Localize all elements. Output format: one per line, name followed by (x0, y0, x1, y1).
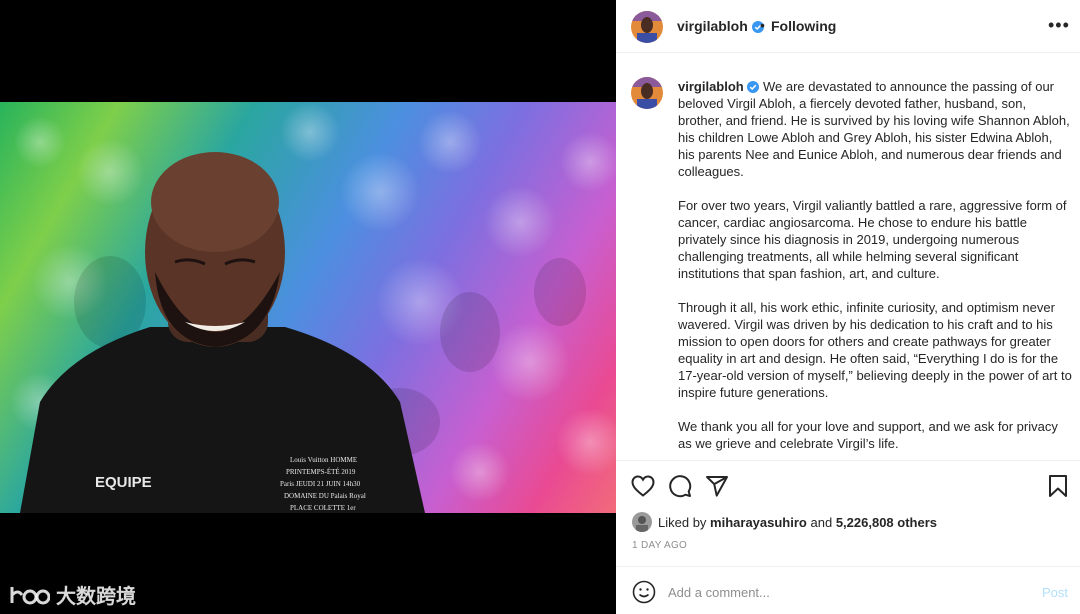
watermark: 大数跨境 (8, 580, 136, 609)
post-details-panel: virgilabloh • Following ••• virgilabloh (616, 0, 1080, 614)
post-comment-button[interactable]: Post (1042, 585, 1068, 600)
shirt-print-line: PLACE COLETTE 1er (290, 504, 356, 512)
post-timestamp[interactable]: 1 DAY AGO (632, 540, 687, 551)
caption-avatar[interactable] (631, 77, 663, 109)
liker-avatar[interactable] (632, 512, 652, 532)
emoji-icon[interactable] (632, 580, 656, 604)
shirt-print-line: DOMAINE DU Palais Royal (284, 492, 366, 500)
post-header: virgilabloh • Following ••• (616, 0, 1080, 53)
share-icon[interactable] (705, 474, 729, 498)
post-photo[interactable]: EQUIPE Louis Vuitton HOMME PRINTEMPS-ÉTÉ… (0, 102, 616, 513)
save-icon[interactable] (1048, 474, 1068, 498)
caption-paragraph: We thank you all for your love and suppo… (678, 419, 1058, 451)
likes-summary: Liked by miharayasuhiro and 5,226,808 ot… (632, 512, 937, 532)
post-author-username[interactable]: virgilabloh (677, 18, 764, 34)
separator-dot: • (760, 17, 765, 33)
more-icon[interactable]: ••• (1048, 16, 1070, 34)
username-text[interactable]: virgilabloh (677, 18, 748, 34)
like-icon[interactable] (631, 475, 655, 497)
caption-paragraph: virgilabloh We are devastated to announc… (678, 78, 1072, 180)
shirt-print-line: Paris JEUDI 21 JUIN 14h30 (280, 480, 361, 488)
caption-section: virgilabloh We are devastated to announc… (616, 54, 1080, 460)
watermark-logo-icon (10, 586, 50, 604)
verified-icon (747, 81, 760, 93)
comment-bar: Post (616, 566, 1080, 614)
caption-paragraph: For over two years, Virgil valiantly bat… (678, 198, 1067, 281)
post-media: EQUIPE Louis Vuitton HOMME PRINTEMPS-ÉTÉ… (0, 0, 616, 614)
shirt-text: EQUIPE (95, 474, 152, 491)
post-caption: virgilabloh We are devastated to announc… (678, 78, 1072, 460)
watermark-text: 大数跨境 (56, 586, 136, 608)
caption-username[interactable]: virgilabloh (678, 79, 744, 94)
caption-text: We are devastated to announce the passin… (678, 79, 1070, 179)
likes-prefix: Liked by (658, 514, 707, 530)
comment-input[interactable] (668, 582, 1008, 602)
likes-others-link[interactable]: 5,226,808 others (836, 515, 937, 530)
shirt-print-line: PRINTEMPS-ÉTÉ 2019 (286, 468, 356, 476)
action-bar (616, 460, 1080, 510)
following-button[interactable]: Following (771, 18, 836, 34)
caption-paragraph: Through it all, his work ethic, infinite… (678, 300, 1072, 400)
avatar[interactable] (631, 11, 663, 43)
liker-username[interactable]: miharayasuhiro (710, 515, 807, 530)
photo-illustration: EQUIPE Louis Vuitton HOMME PRINTEMPS-ÉTÉ… (10, 102, 616, 513)
comment-icon[interactable] (668, 474, 692, 498)
likes-conjunction: and (810, 514, 833, 530)
shirt-print-line: Louis Vuitton HOMME (290, 456, 357, 464)
